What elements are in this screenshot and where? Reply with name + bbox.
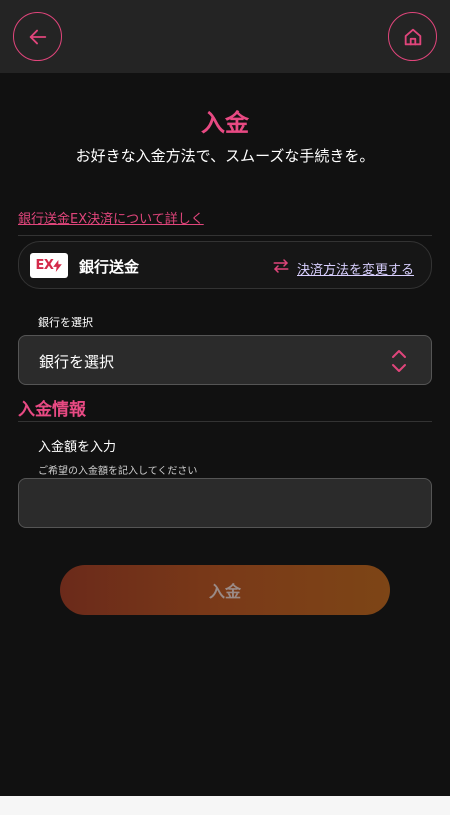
deposit-info-title: 入金情報 (18, 400, 86, 420)
home-icon (404, 28, 421, 45)
bank-select[interactable]: 銀行を選択 (18, 335, 432, 385)
page-subtitle: お好きな入金方法で、スムーズな手続きを。 (75, 147, 375, 165)
chevron-updown-icon (392, 350, 406, 372)
payment-info-link[interactable]: 銀行送金EX決済について詳しく (18, 208, 204, 227)
page-title: 入金 (201, 109, 249, 137)
logo-text: EX (35, 258, 54, 273)
change-payment-method-link[interactable]: 決済方法を変更する (297, 259, 414, 278)
arrow-left-icon (29, 29, 46, 44)
home-button[interactable] (388, 12, 437, 61)
bottom-bar (0, 796, 450, 815)
divider (18, 235, 432, 236)
ex-payment-logo: EX (30, 253, 68, 278)
bank-select-value: 銀行を選択 (39, 353, 115, 371)
amount-input[interactable] (18, 478, 432, 528)
swap-arrows-icon[interactable] (272, 257, 290, 275)
payment-method-card: EX 銀行送金 決済方法を変更する (18, 241, 432, 289)
deposit-submit-button[interactable]: 入金 (60, 565, 390, 615)
bank-select-label: 銀行を選択 (38, 316, 93, 329)
lightning-icon (53, 259, 63, 272)
divider (18, 421, 432, 422)
top-bar (0, 0, 450, 73)
amount-label: 入金額を入力 (38, 440, 117, 455)
amount-hint: ご希望の入金額を記入してください (38, 466, 198, 477)
back-button[interactable] (13, 12, 62, 61)
payment-method-name: 銀行送金 (79, 258, 140, 276)
